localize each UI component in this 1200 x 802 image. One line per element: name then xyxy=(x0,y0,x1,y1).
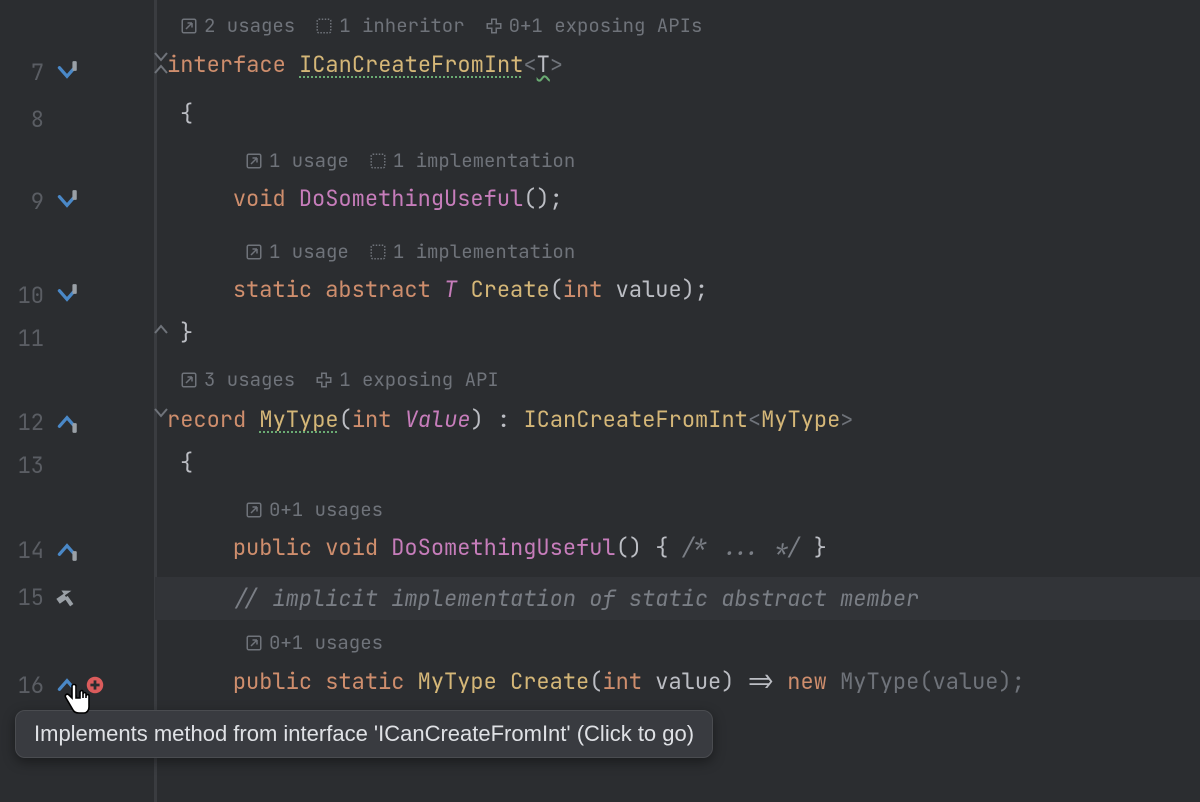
code-vision-row: 1 usage 1 implementation xyxy=(155,148,1200,173)
code-vision-row: 0+1 usages xyxy=(155,497,1200,522)
implementation-hint[interactable]: 1 implementation xyxy=(369,148,575,173)
gutter-row: 11 xyxy=(0,318,154,358)
code-editor: 7 8 9 10 xyxy=(0,0,1200,802)
usages-hint[interactable]: 0+1 usages xyxy=(245,630,383,655)
tooltip-text: Implements method from interface 'ICanCr… xyxy=(34,721,694,746)
line-number: 9 xyxy=(0,187,48,216)
code-line[interactable]: // implicit implementation of static abs… xyxy=(155,577,1200,620)
code-line[interactable]: record MyType(int Value) : ICanCreateFro… xyxy=(155,405,1200,434)
code-vision-row: 1 usage 1 implementation xyxy=(155,239,1200,264)
api-hint[interactable]: 0+1 exposing APIs xyxy=(485,13,703,38)
gutter-row: 12 xyxy=(0,402,154,442)
overrides-up-icon[interactable] xyxy=(54,537,80,563)
gutter-row: 9 xyxy=(0,181,154,221)
gutter-row: 7 xyxy=(0,45,154,99)
implements-tooltip[interactable]: Implements method from interface 'ICanCr… xyxy=(15,710,713,758)
code-vision-row: 2 usages 1 inheritor 0+1 exposing APIs xyxy=(155,13,1200,38)
code-line[interactable]: } xyxy=(155,318,1200,347)
usages-hint[interactable]: 2 usages xyxy=(180,13,295,38)
code-vision-row: 0+1 usages xyxy=(155,630,1200,655)
api-hint[interactable]: 1 exposing API xyxy=(315,367,499,392)
gutter-row: 10 xyxy=(0,275,154,315)
line-number: 12 xyxy=(0,408,48,437)
gutter-row: 16 xyxy=(0,665,154,705)
implementation-hint[interactable]: 1 implementation xyxy=(369,239,575,264)
code-line[interactable]: interface ICanCreateFromInt<T> xyxy=(155,50,1200,79)
gutter-row: 14 xyxy=(0,530,154,570)
code-line[interactable]: { xyxy=(155,448,1200,477)
overridden-down-icon[interactable] xyxy=(54,59,80,85)
code-line[interactable]: void DoSomethingUseful(); xyxy=(155,184,1200,213)
breakpoint-icon[interactable] xyxy=(84,674,106,696)
gutter-row: 15 xyxy=(0,575,154,619)
overridden-down-icon[interactable] xyxy=(54,188,80,214)
code-line[interactable]: public void DoSomethingUseful() { /* ...… xyxy=(155,533,1200,562)
line-number: 11 xyxy=(0,324,48,353)
usages-hint[interactable]: 0+1 usages xyxy=(245,497,383,522)
code-line[interactable]: static abstract T Create(int value); xyxy=(155,275,1200,304)
line-number: 16 xyxy=(0,671,48,700)
line-number: 8 xyxy=(0,105,48,134)
line-number: 15 xyxy=(0,583,48,612)
line-number: 14 xyxy=(0,536,48,565)
inheritor-hint[interactable]: 1 inheritor xyxy=(315,13,464,38)
code-area[interactable]: 2 usages 1 inheritor 0+1 exposing APIs i… xyxy=(155,0,1200,802)
line-number: 7 xyxy=(0,58,48,87)
line-number: 13 xyxy=(0,451,48,480)
code-vision-row: 3 usages 1 exposing API xyxy=(155,367,1200,392)
usages-hint[interactable]: 3 usages xyxy=(180,367,295,392)
code-line[interactable]: { xyxy=(155,99,1200,128)
code-line[interactable]: public static MyType Create(int value) =… xyxy=(155,667,1200,696)
hammer-icon[interactable] xyxy=(54,585,78,609)
gutter: 7 8 9 10 xyxy=(0,0,155,802)
overrides-up-icon[interactable] xyxy=(54,409,80,435)
gutter-row: 8 xyxy=(0,99,154,139)
usages-hint[interactable]: 1 usage xyxy=(245,239,349,264)
overrides-up-icon[interactable] xyxy=(54,672,80,698)
line-number: 10 xyxy=(0,281,48,310)
gutter-row: 13 xyxy=(0,445,154,485)
usages-hint[interactable]: 1 usage xyxy=(245,148,349,173)
overridden-down-icon[interactable] xyxy=(54,282,80,308)
